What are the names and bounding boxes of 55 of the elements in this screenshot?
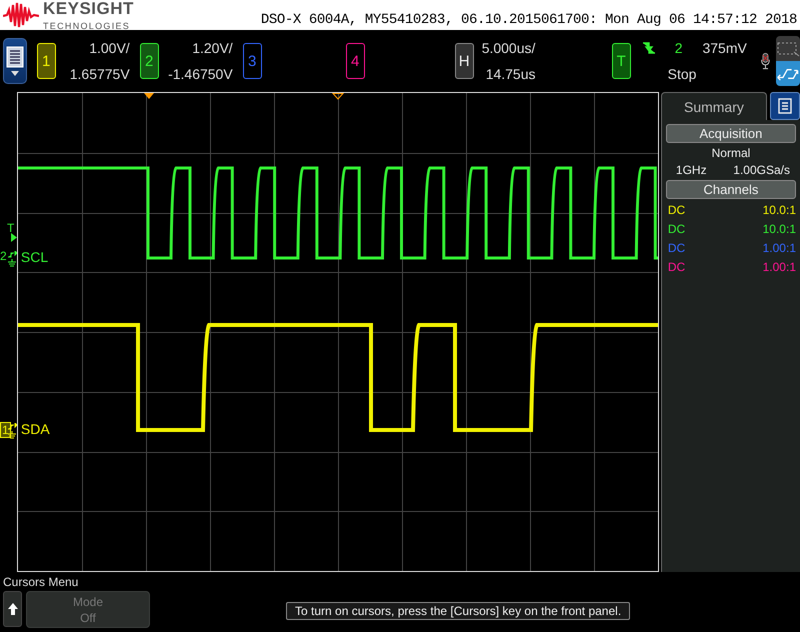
- channel-ground-marker: 2: [0, 250, 7, 262]
- channel-label: SDA: [20, 421, 50, 437]
- channel-key[interactable]: 3: [242, 43, 262, 79]
- arrow-marker-icon: [11, 233, 17, 242]
- probe-ratio: 1.00:1: [762, 241, 796, 255]
- brand-subtitle: TECHNOLOGIES: [43, 21, 132, 31]
- ground-icon: [7, 251, 17, 269]
- panel-menu-button[interactable]: [770, 92, 800, 120]
- acquisition-header[interactable]: Acquisition: [666, 124, 796, 143]
- volts-per-division: 1.20V/: [192, 40, 233, 56]
- trigger-source: 2: [674, 40, 682, 56]
- help-message: To turn on cursors, press the [Cursors] key on the front panel.: [286, 602, 630, 620]
- channel-offset: -1.46750V: [168, 66, 233, 82]
- channel-key[interactable]: 1: [36, 43, 56, 79]
- probe-ratio: 10.0:1: [762, 203, 796, 217]
- brand-name: KEYSIGHT: [43, 0, 134, 19]
- dashed-box-icon: [776, 40, 800, 56]
- summary-tab[interactable]: Summary: [660, 92, 767, 120]
- probe-ratio: 10.0:1: [762, 222, 796, 236]
- sample-rate: 1.00GSa/s: [733, 163, 790, 177]
- channel-key[interactable]: 2: [140, 43, 159, 79]
- zoom-box-button[interactable]: [776, 36, 800, 61]
- channel-offset: 1.65775V: [70, 66, 130, 82]
- coupling-label: DC: [668, 241, 686, 255]
- falling-edge-icon: [642, 42, 655, 54]
- instrument-title: DSO-X 6004A, MY55410283, 06.10.2015061700: Mon Aug 06 14:57:12 2018: [260, 12, 798, 30]
- coupling-label: DC: [668, 222, 686, 236]
- acquisition-mode: Normal: [710, 146, 752, 160]
- horizontal-delay: 14.75us: [486, 66, 536, 82]
- coupling-label: DC: [668, 203, 686, 217]
- channels-header[interactable]: Channels: [666, 180, 796, 199]
- bandwidth: 1GHz: [676, 163, 707, 177]
- caret-icon: [10, 71, 19, 76]
- delay-marker-icon: [332, 93, 344, 100]
- channel-key[interactable]: 4: [346, 43, 365, 79]
- volts-per-division: 1.00V/: [89, 40, 130, 56]
- run-status: Stop: [668, 66, 696, 82]
- horizontal-key[interactable]: H: [454, 43, 474, 79]
- up-arrow-icon: [8, 603, 18, 615]
- menu-title: Cursors Menu: [2, 574, 80, 590]
- channel-ground-marker: 1: [0, 422, 11, 438]
- trigger-key[interactable]: T: [612, 43, 631, 79]
- channel-label: SCL: [20, 249, 48, 265]
- document-list-icon: [778, 98, 792, 114]
- probe-ratio: 1.00:1: [762, 260, 796, 274]
- trigger-level-marker: T: [7, 222, 14, 234]
- time-per-division: 5.000us/: [482, 40, 536, 56]
- trigger-level: 375mV: [702, 40, 747, 56]
- wave-logo-icon: [3, 2, 39, 28]
- main-menu-button[interactable]: [3, 38, 27, 84]
- ground-icon: [7, 423, 17, 441]
- touch-mode-button[interactable]: [776, 61, 800, 86]
- document-list-icon: [6, 46, 24, 68]
- menu-up-button[interactable]: [3, 591, 22, 627]
- coupling-label: DC: [668, 260, 686, 274]
